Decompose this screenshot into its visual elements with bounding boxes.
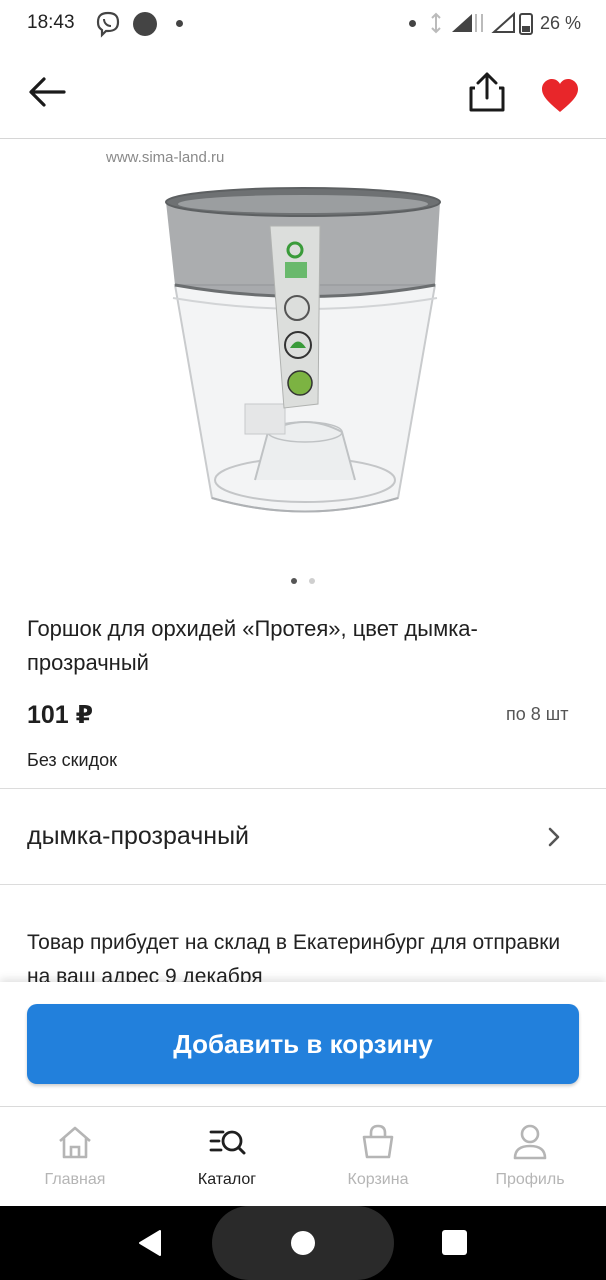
divider <box>0 788 606 789</box>
discount-note: Без скидок <box>27 750 117 770</box>
notification-dot-icon <box>176 20 183 27</box>
nav-label-cart: Корзина <box>347 1171 409 1188</box>
pager-dot <box>309 578 315 584</box>
notification-circle-icon <box>133 12 157 36</box>
pack-quantity: по 8 шт <box>506 704 569 724</box>
pager-dot-active <box>291 578 297 584</box>
nav-item-cart[interactable]: Корзина <box>303 1106 453 1206</box>
status-time: 18:43 <box>27 12 75 33</box>
nav-label-catalog: Каталог <box>197 1171 257 1188</box>
nav-item-catalog[interactable]: Каталог <box>152 1106 302 1206</box>
divider <box>0 884 606 885</box>
back-button[interactable] <box>26 74 68 110</box>
battery-percentage: 26 % <box>540 13 582 33</box>
system-back-button[interactable] <box>136 1228 164 1258</box>
image-watermark: www.sima-land.ru <box>106 149 225 166</box>
nav-label-profile: Профиль <box>495 1171 565 1188</box>
system-recents-button[interactable] <box>442 1230 467 1255</box>
profile-icon <box>513 1124 547 1160</box>
nav-label-home: Главная <box>44 1171 106 1188</box>
viber-icon <box>96 11 120 38</box>
basket-icon <box>362 1124 394 1159</box>
product-title: Горшок для орхидей «Протея», цвет дымка-… <box>27 616 478 675</box>
system-home-button[interactable] <box>291 1231 315 1255</box>
nav-item-profile[interactable]: Профиль <box>455 1106 605 1206</box>
notification-dot-icon <box>409 20 416 27</box>
nav-item-home[interactable]: Главная <box>0 1106 150 1206</box>
chevron-right-icon <box>548 827 560 847</box>
add-to-cart-button[interactable]: Добавить в корзину <box>27 1004 579 1084</box>
product-price: 101 ₽ <box>27 701 94 729</box>
product-image[interactable] <box>150 180 460 530</box>
share-button[interactable] <box>466 70 508 114</box>
favorite-heart-button[interactable] <box>540 78 580 114</box>
home-icon <box>59 1126 91 1159</box>
variant-label: дымка-прозрачный <box>27 822 250 850</box>
app-bar <box>0 48 606 139</box>
catalog-search-icon <box>209 1130 246 1155</box>
